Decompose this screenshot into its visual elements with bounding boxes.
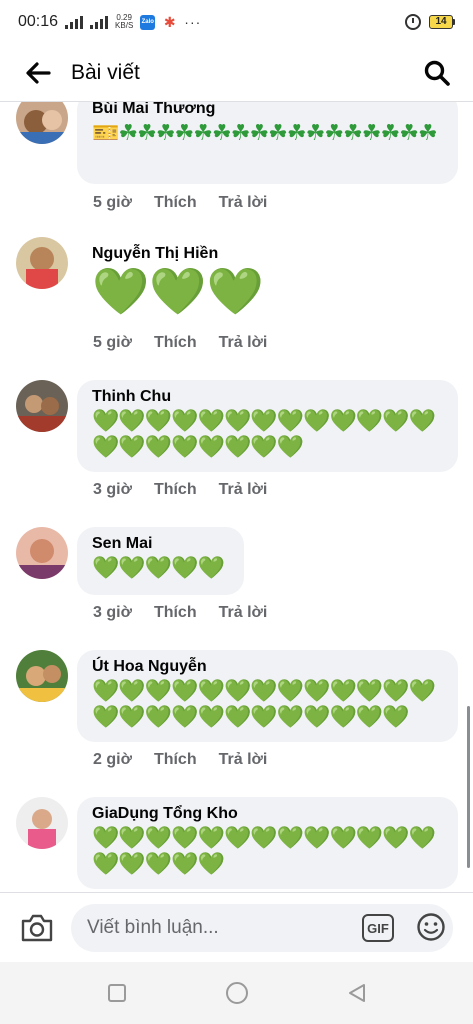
square-icon [107, 984, 126, 1002]
comment-author[interactable]: Út Hoa Nguyễn [92, 658, 442, 676]
comment-actions: 2 giờ Thích Trả lời [93, 751, 267, 769]
comment-time: 3 giờ [93, 481, 132, 498]
avatar[interactable] [16, 650, 68, 702]
status-time: 00:16 [18, 13, 59, 30]
comment-text: 🎫☘☘☘☘☘☘☘☘☘☘☘☘☘☘☘☘☘ [92, 120, 438, 145]
comment-author[interactable]: Thinh Chu [92, 388, 442, 406]
comment-actions: 5 giờ Thích Trả lời [93, 334, 267, 352]
comment-text: 💚💚💚💚💚💚💚💚💚💚💚💚💚💚💚💚💚💚💚💚💚 [92, 408, 436, 459]
avatar[interactable] [16, 102, 68, 144]
avatar[interactable] [16, 797, 68, 849]
comment-input[interactable] [71, 903, 453, 952]
comment-bubble[interactable]: Út Hoa Nguyễn 💚💚💚💚💚💚💚💚💚💚💚💚💚💚💚💚💚💚💚💚💚💚💚💚💚 [77, 650, 458, 742]
comment-text: 💚💚💚 [92, 265, 264, 317]
comment-bubble[interactable]: Nguyễn Thị Hiền 💚💚💚 [77, 237, 297, 329]
circle-icon [225, 982, 248, 1004]
battery-level: 14 [429, 15, 453, 29]
like-button[interactable]: Thích [154, 334, 197, 352]
reply-button[interactable]: Trả lời [219, 334, 268, 352]
comment-text: 💚💚💚💚💚💚💚💚💚💚💚💚💚💚💚💚💚💚💚💚💚💚💚💚💚 [92, 678, 436, 729]
avatar[interactable] [16, 527, 68, 579]
like-button[interactable]: Thích [154, 604, 197, 622]
comment-bubble[interactable]: GiaDụng Tổng Kho 💚💚💚💚💚💚💚💚💚💚💚💚💚💚💚💚💚💚 [77, 797, 458, 889]
page-title: Bài viết [71, 60, 140, 84]
comment-time: 5 giờ [93, 334, 132, 351]
comment-actions: 5 giờ Thích Trả lời [93, 194, 267, 212]
avatar[interactable] [16, 380, 68, 432]
smiley-icon [417, 913, 445, 941]
scrollbar[interactable] [467, 706, 470, 868]
signal-icon [65, 15, 84, 29]
camera-button[interactable] [17, 908, 57, 948]
gif-button[interactable]: GIF [362, 914, 394, 942]
notification-app-icon: ✱ [162, 13, 178, 30]
comment-time: 3 giờ [93, 604, 132, 621]
like-button[interactable]: Thích [154, 481, 197, 499]
back-button[interactable] [13, 48, 63, 98]
comment-composer: GIF [0, 892, 473, 962]
reply-button[interactable]: Trả lời [219, 751, 268, 769]
search-icon [424, 60, 450, 86]
alarm-icon [405, 14, 421, 30]
comment-bubble[interactable]: Sen Mai 💚💚💚💚💚 [77, 527, 244, 595]
like-button[interactable]: Thích [154, 751, 197, 769]
battery-icon: 14 [429, 15, 455, 29]
comment-time: 5 giờ [93, 194, 132, 211]
comment-text: 💚💚💚💚💚💚💚💚💚💚💚💚💚💚💚💚💚💚 [92, 825, 436, 876]
zalo-icon: Zalo [140, 14, 156, 30]
home-button[interactable] [225, 981, 249, 1005]
signal-icon-2 [90, 15, 109, 29]
more-notifications-icon: ··· [184, 14, 202, 30]
comment-actions: 3 giờ Thích Trả lời [93, 481, 267, 499]
comment-time: 2 giờ [93, 751, 132, 768]
comment-bubble[interactable]: Bùi Mai Thương 🎫☘☘☘☘☘☘☘☘☘☘☘☘☘☘☘☘☘ [77, 102, 458, 184]
reply-button[interactable]: Trả lời [219, 604, 268, 622]
comment-list[interactable]: Bùi Mai Thương 🎫☘☘☘☘☘☘☘☘☘☘☘☘☘☘☘☘☘ 5 giờ … [0, 102, 473, 892]
app-header: Bài viết [0, 44, 473, 102]
triangle-back-icon [348, 984, 365, 1002]
emoji-button[interactable] [416, 912, 446, 942]
status-bar: 00:16 0.29 KB/S Zalo ✱ ··· 14 [0, 0, 473, 44]
arrow-left-icon [26, 61, 51, 84]
comment-text: 💚💚💚💚💚 [92, 555, 225, 580]
reply-button[interactable]: Trả lời [219, 481, 268, 499]
camera-icon [21, 914, 53, 941]
comment-author[interactable]: Nguyễn Thị Hiền [92, 245, 281, 263]
search-button[interactable] [415, 51, 459, 95]
comment-author[interactable]: Bùi Mai Thương [92, 102, 442, 118]
comment-bubble[interactable]: Thinh Chu 💚💚💚💚💚💚💚💚💚💚💚💚💚💚💚💚💚💚💚💚💚 [77, 380, 458, 472]
recents-button[interactable] [105, 981, 129, 1005]
network-speed: 0.29 KB/S [115, 13, 134, 30]
system-back-button[interactable] [345, 981, 369, 1005]
comment-actions: 3 giờ Thích Trả lời [93, 604, 267, 622]
avatar[interactable] [16, 237, 68, 289]
like-button[interactable]: Thích [154, 194, 197, 212]
reply-button[interactable]: Trả lời [219, 194, 268, 212]
system-nav-bar [0, 962, 473, 1024]
comment-author[interactable]: GiaDụng Tổng Kho [92, 805, 442, 823]
comment-author[interactable]: Sen Mai [92, 535, 228, 553]
